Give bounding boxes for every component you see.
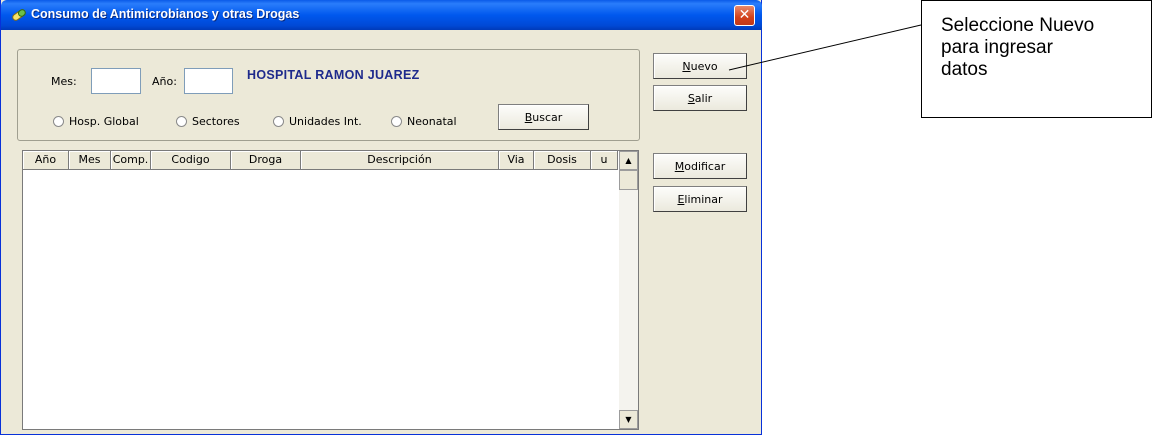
callout-line: para ingresar	[941, 37, 1053, 58]
callout-line: datos	[941, 59, 988, 80]
callout-line: Seleccione Nuevo	[941, 15, 1095, 36]
callout-annotation: Seleccione Nuevo para ingresar datos	[921, 0, 1152, 118]
